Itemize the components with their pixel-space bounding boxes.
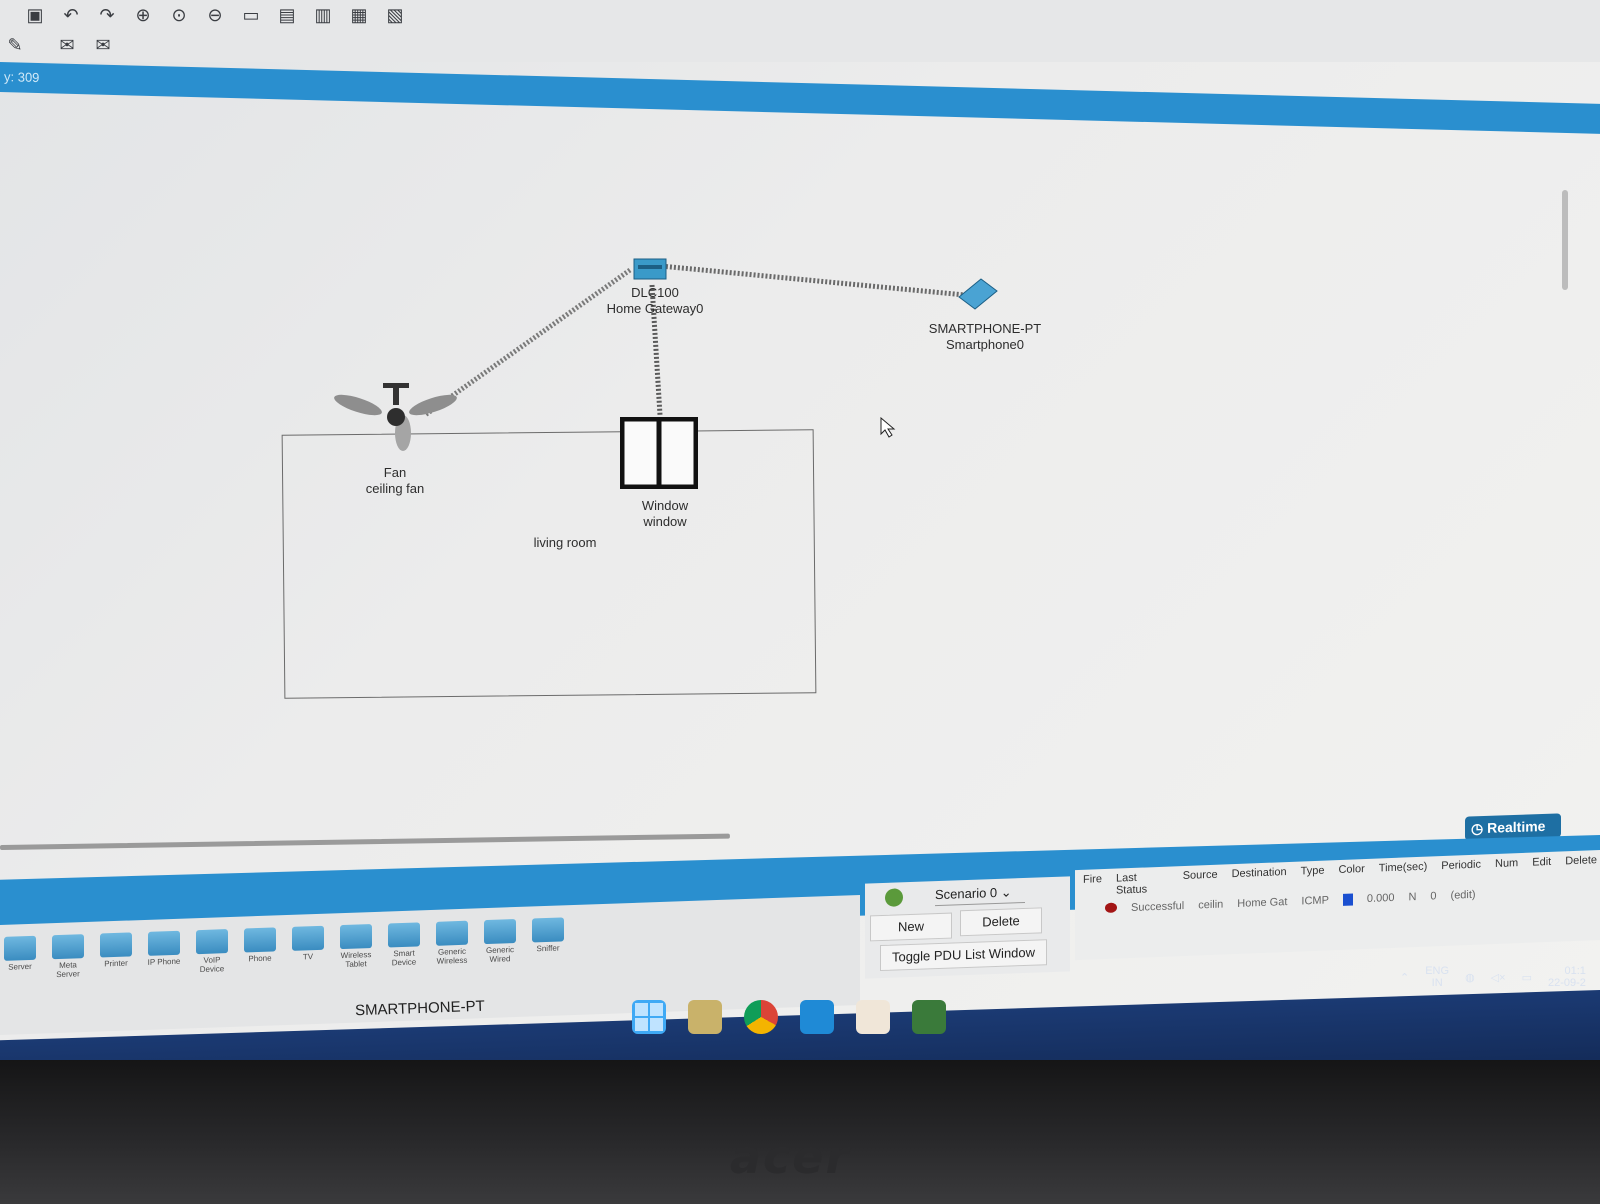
notes-app-icon[interactable]	[688, 1000, 722, 1034]
language-indicator[interactable]: ENG IN	[1425, 965, 1449, 989]
palette-item-generic-wireless[interactable]: Generic Wireless	[432, 920, 472, 966]
palette-item-tablet[interactable]: Wireless Tablet	[336, 924, 376, 969]
ceiling-fan-device[interactable]	[333, 383, 458, 468]
clock-area[interactable]: 01:1 22-09-2	[1548, 965, 1586, 989]
printer-icon	[100, 932, 132, 958]
palette-item-meta-server[interactable]: Meta Server	[48, 934, 88, 979]
info-icon[interactable]	[885, 888, 903, 907]
undo-icon[interactable]: ↶	[60, 4, 82, 26]
custom-device-icon[interactable]: ▤	[276, 4, 298, 26]
palette-item-generic-wired[interactable]: Generic Wired	[480, 919, 520, 964]
delete-scenario-button[interactable]: Delete	[960, 907, 1042, 937]
palette-item-voip[interactable]: VoIP Device	[192, 929, 232, 974]
window-device[interactable]	[619, 416, 699, 494]
packet-tracer-icon[interactable]	[912, 1000, 946, 1034]
email-open-icon[interactable]: ✉	[92, 34, 114, 56]
mouse-cursor-icon	[880, 417, 896, 438]
email-icon[interactable]: ✉	[56, 34, 78, 56]
chevron-up-icon[interactable]: ⌃	[1400, 971, 1409, 984]
window-icon	[619, 416, 699, 490]
desktop-app-icon[interactable]	[800, 1000, 834, 1034]
gateway-icon	[633, 258, 667, 280]
zoom-in-icon[interactable]: ⊕	[132, 4, 154, 26]
network-icon[interactable]: ◍	[1465, 971, 1475, 984]
smartphone-icon	[958, 278, 998, 310]
chevron-down-icon: ⌄	[1000, 884, 1012, 900]
status-dot-icon	[1105, 902, 1117, 914]
brand-logo: acer	[730, 1130, 851, 1184]
gateway-label: DLC100 Home Gateway0	[606, 285, 704, 316]
coordinate-readout: y: 309	[4, 69, 40, 86]
palette-item-ip-phone[interactable]: IP Phone	[144, 930, 184, 976]
zoom-reset-icon[interactable]: ⊙	[168, 4, 190, 26]
palette-item-tv[interactable]: TV	[288, 925, 328, 971]
redo-icon[interactable]: ↷	[96, 4, 118, 26]
palette-item-server[interactable]: Server	[0, 935, 40, 981]
generic-wired-icon	[484, 919, 516, 945]
scenario-select[interactable]: Scenario 0 ⌄	[935, 881, 1025, 907]
phone-icon	[244, 927, 276, 953]
scenario-panel: Scenario 0 ⌄ New Delete Toggle PDU List …	[865, 876, 1070, 979]
main-toolbar: ▣ ↶ ↷ ⊕ ⊙ ⊖ ▭ ▤ ▥ ▦ ▧ ✎ ✉ ✉	[0, 0, 1600, 62]
palette-item-sniffer[interactable]: Sniffer	[528, 917, 568, 962]
meta-server-icon	[52, 934, 84, 960]
palette-item-phone[interactable]: Phone	[240, 927, 280, 972]
system-tray: ⌃ ENG IN ◍ ◁× ▭ 01:1 22-09-2	[1400, 965, 1586, 989]
vertical-scrollbar[interactable]	[1562, 190, 1568, 290]
sniffer-icon	[532, 917, 564, 943]
save-icon[interactable]: ▣	[24, 4, 46, 26]
workspace-list-icon[interactable]: ▥	[312, 4, 334, 26]
screenshot-icon[interactable]: ▧	[384, 4, 406, 26]
clock-icon: ◷	[1471, 819, 1488, 837]
server-icon	[4, 935, 36, 961]
horizontal-scrollbar[interactable]	[0, 833, 730, 850]
voip-device-icon	[196, 929, 228, 955]
room-label: living room	[533, 535, 597, 550]
toggle-pdu-button[interactable]: Toggle PDU List Window	[880, 939, 1047, 972]
palette-item-printer[interactable]: Printer	[96, 932, 136, 977]
smart-device-icon	[388, 922, 420, 948]
chrome-icon[interactable]	[744, 1000, 778, 1034]
pdu-list-panel: Fire Last Status Source Destination Type…	[1075, 849, 1600, 961]
logical-workspace[interactable]: DLC100 Home Gateway0 SMARTPHONE-PT Smart…	[0, 95, 1560, 815]
monitor-screen: ▣ ↶ ↷ ⊕ ⊙ ⊖ ▭ ▤ ▥ ▦ ▧ ✎ ✉ ✉ y: 309 DLC10…	[0, 0, 1600, 1080]
volume-muted-icon[interactable]: ◁×	[1491, 971, 1506, 984]
smartphone-label: SMARTPHONE-PT Smartphone0	[928, 321, 1042, 352]
fan-label: Fan ceiling fan	[365, 465, 425, 496]
smartphone-device[interactable]	[955, 277, 1001, 318]
paint-app-icon[interactable]	[856, 1000, 890, 1034]
window-label: Window window	[641, 498, 689, 529]
palette-item-smart-device[interactable]: Smart Device	[384, 922, 424, 967]
tablet-icon	[340, 924, 372, 950]
drawing-palette-icon[interactable]: ▭	[240, 4, 262, 26]
zoom-out-icon[interactable]: ⊖	[204, 4, 226, 26]
viewport-icon[interactable]: ▦	[348, 4, 370, 26]
pen-icon[interactable]: ✎	[4, 34, 26, 56]
ip-phone-icon	[148, 930, 180, 956]
generic-wireless-icon	[436, 920, 468, 946]
taskbar-apps	[632, 1000, 946, 1034]
battery-icon[interactable]: ▭	[1522, 971, 1532, 984]
pdu-color-swatch	[1342, 893, 1353, 906]
ceiling-fan-icon	[334, 383, 457, 451]
tv-icon	[292, 925, 324, 951]
home-gateway-device[interactable]	[632, 253, 668, 286]
new-scenario-button[interactable]: New	[870, 912, 952, 942]
windows-start-icon[interactable]	[632, 1000, 666, 1034]
